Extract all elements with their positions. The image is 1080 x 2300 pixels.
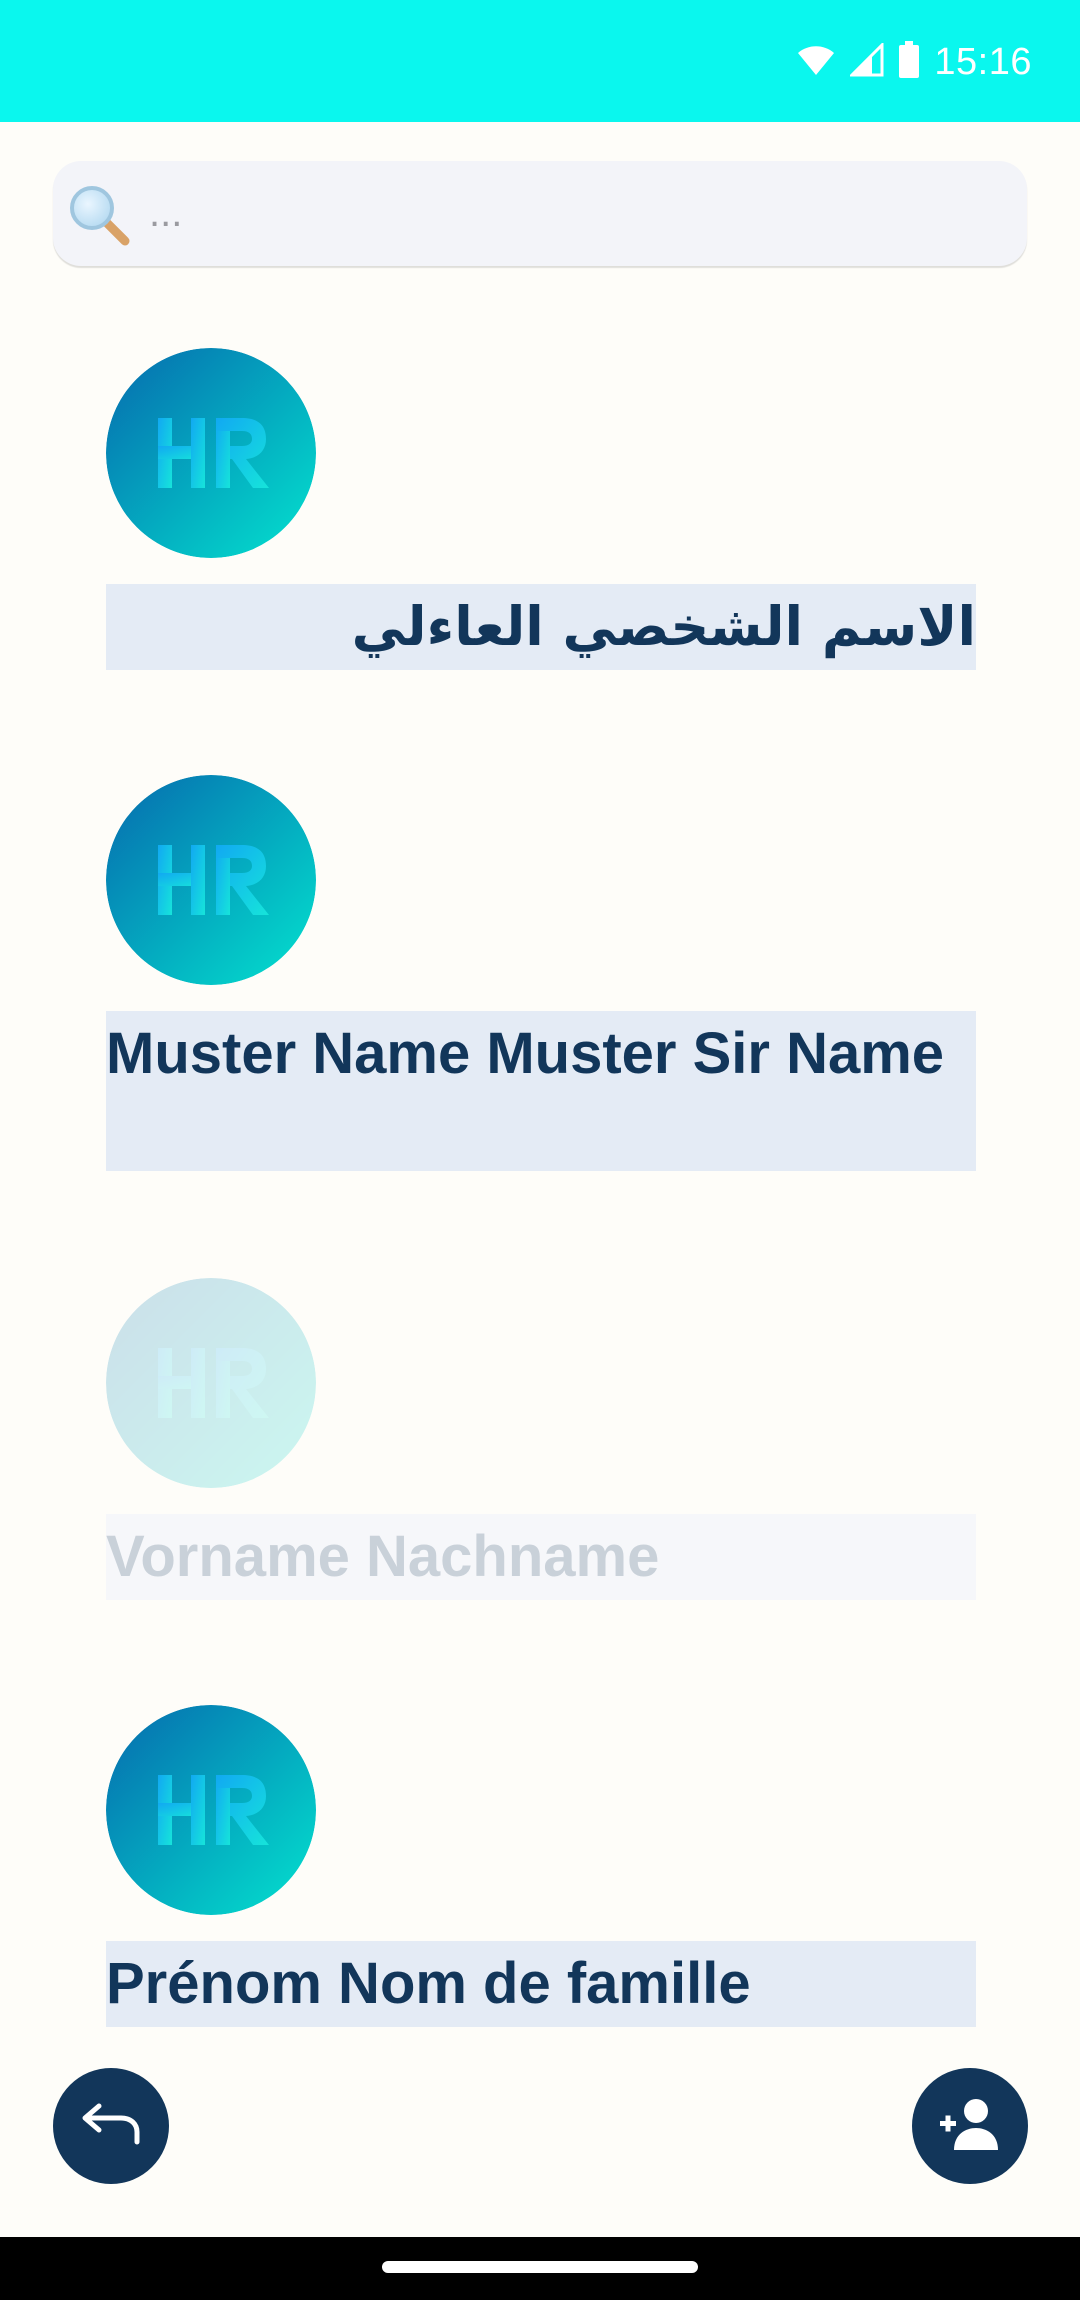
contact-name: الاسم الشخصي العاءلي: [106, 584, 976, 670]
search-bar[interactable]: [53, 161, 1027, 266]
status-time: 15:16: [934, 40, 1032, 83]
status-bar: 15:16: [0, 0, 1080, 122]
back-button[interactable]: [53, 2068, 169, 2184]
avatar-hr-logo: [106, 1705, 316, 1915]
home-gesture-handle[interactable]: [382, 2261, 698, 2273]
contact-name: Vorname Nachname: [106, 1514, 976, 1600]
magnifier-icon: [67, 183, 131, 247]
wifi-icon: [796, 43, 836, 81]
add-contact-button[interactable]: [912, 2068, 1028, 2184]
system-navigation-bar: [0, 2237, 1080, 2300]
add-person-icon: [938, 2096, 1002, 2156]
contact-name: Muster Name Muster Sir Name: [106, 1011, 976, 1171]
cellular-signal-icon: [848, 41, 884, 81]
status-icons: 15:16: [796, 34, 1032, 90]
battery-icon: [898, 41, 920, 83]
search-input[interactable]: [149, 183, 989, 243]
avatar-hr-logo: [106, 348, 316, 558]
avatar-hr-logo: [106, 775, 316, 985]
undo-arrow-icon: [81, 2102, 141, 2150]
contact-name: Prénom Nom de famille: [106, 1941, 976, 2027]
avatar-hr-logo: [106, 1278, 316, 1488]
